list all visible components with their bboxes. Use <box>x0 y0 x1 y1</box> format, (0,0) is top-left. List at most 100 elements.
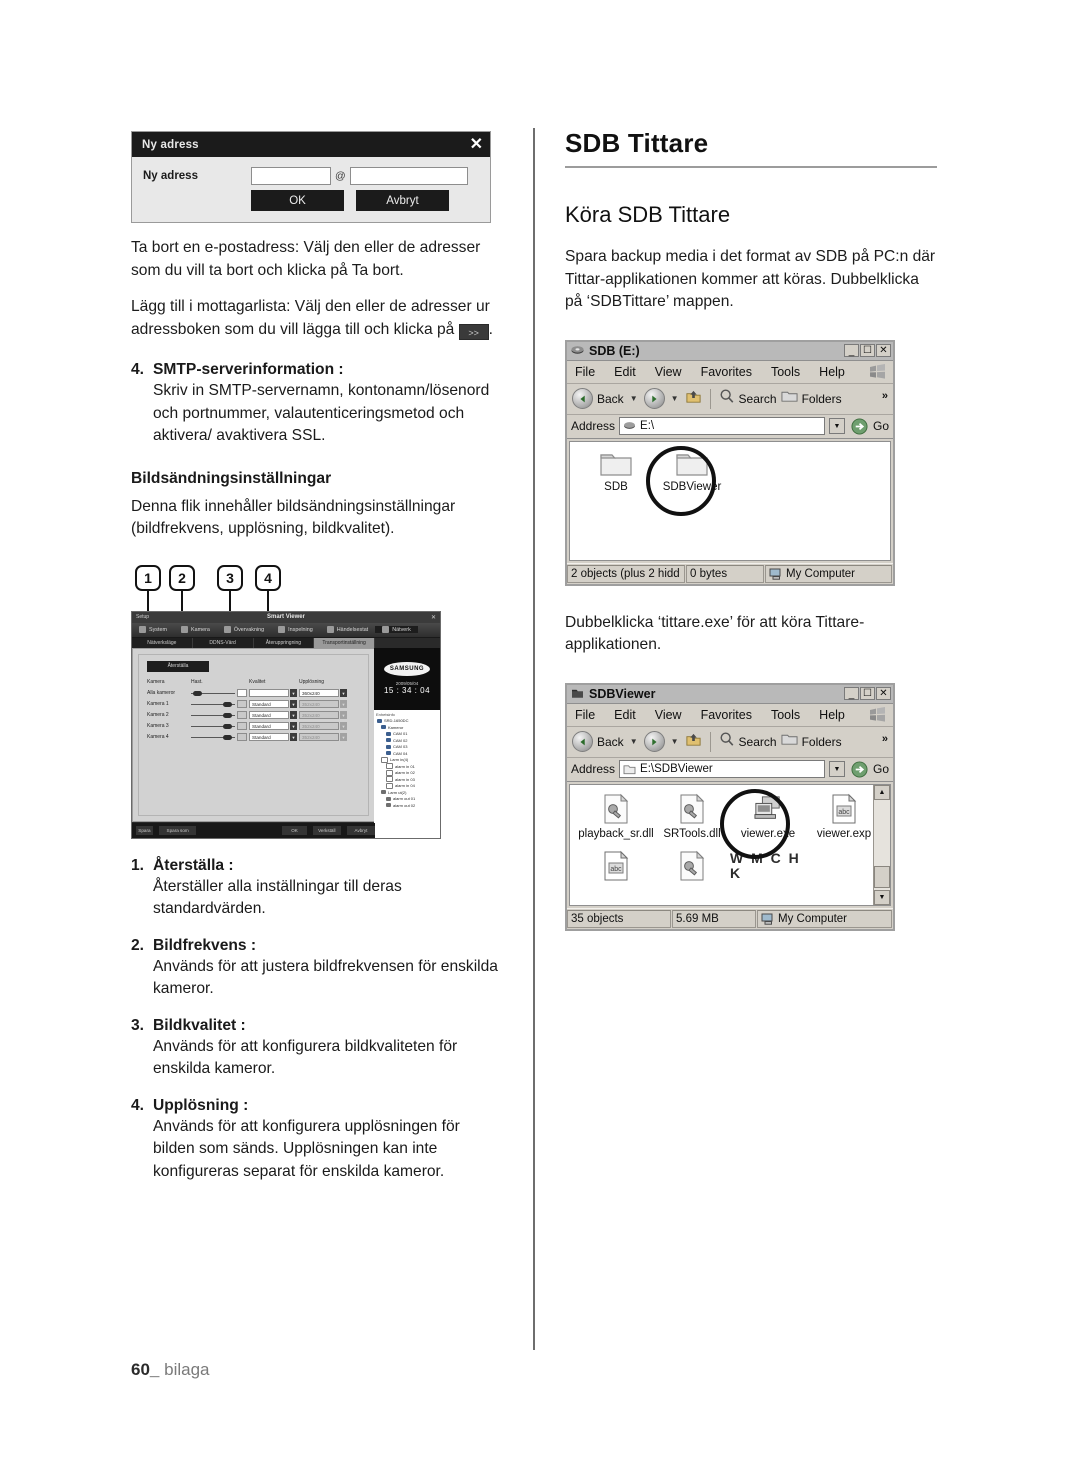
file-item-sdb[interactable]: SDB <box>578 450 654 493</box>
framerate-value[interactable] <box>237 722 247 730</box>
go-label[interactable]: Go <box>873 419 889 433</box>
tree-item[interactable]: alarm out 02 <box>377 802 437 809</box>
menu-edit[interactable]: Edit <box>614 365 636 379</box>
vertical-scrollbar[interactable]: ▲ ▼ <box>873 784 890 905</box>
chevron-down-icon[interactable]: ▼ <box>290 722 297 730</box>
framerate-slider[interactable] <box>191 701 235 708</box>
file-item-sdbviewer[interactable]: SDBViewer <box>654 450 730 493</box>
forward-arrow-icon[interactable] <box>643 388 665 409</box>
search-icon[interactable] <box>719 731 735 752</box>
framerate-slider[interactable] <box>191 712 235 719</box>
email-local-input[interactable] <box>251 167 331 185</box>
search-label[interactable]: Search <box>739 735 777 749</box>
ok-button[interactable]: OK <box>251 190 344 211</box>
framerate-value[interactable] <box>237 700 247 708</box>
scroll-up-button[interactable]: ▲ <box>874 784 890 800</box>
folders-label[interactable]: Folders <box>802 735 842 749</box>
menu-help[interactable]: Help <box>819 708 845 722</box>
quality-select[interactable] <box>249 689 289 697</box>
menu-tools[interactable]: Tools <box>771 365 800 379</box>
menu-file[interactable]: File <box>575 708 595 722</box>
file-item-srtools-dll[interactable]: SRTools.dll <box>654 793 730 840</box>
chevron-down-icon[interactable]: ▼ <box>290 689 297 697</box>
chevron-down-icon[interactable]: ▼ <box>340 722 347 730</box>
email-domain-input[interactable] <box>349 167 468 185</box>
quality-select[interactable]: Standard <box>249 700 289 708</box>
chevron-down-icon[interactable]: ▼ <box>290 733 297 741</box>
cancel-button[interactable]: Avbryt <box>356 190 449 211</box>
address-dropdown-icon[interactable]: ▼ <box>828 761 845 777</box>
quality-select[interactable]: Standard <box>249 711 289 719</box>
save-as-button[interactable]: Spara som <box>158 825 197 835</box>
resolution-select[interactable]: 352x240 <box>299 722 339 730</box>
resolution-select[interactable]: 352x240 <box>299 700 339 708</box>
chevron-down-icon[interactable]: ▼ <box>290 711 297 719</box>
maximize-button[interactable]: ☐ <box>860 687 875 700</box>
menu-view[interactable]: View <box>655 708 682 722</box>
reset-button[interactable]: Återställa <box>147 660 209 672</box>
close-icon[interactable]: ✕ <box>470 136 483 153</box>
back-label[interactable]: Back <box>597 392 624 406</box>
menu-help[interactable]: Help <box>819 365 845 379</box>
close-button[interactable]: ✕ <box>876 344 891 357</box>
framerate-value[interactable] <box>237 689 247 697</box>
smart-viewer-menu-record[interactable]: Inspelning <box>271 626 320 633</box>
file-item-viewer-exp[interactable]: abc viewer.exp <box>806 793 882 840</box>
file-item-wmchk[interactable]: W M C H K <box>730 850 806 882</box>
quality-select[interactable]: Standard <box>249 722 289 730</box>
resolution-select[interactable]: 352x240 <box>299 733 339 741</box>
forward-dropdown-icon[interactable]: ▼ <box>671 737 679 746</box>
menu-favorites[interactable]: Favorites <box>701 365 752 379</box>
forward-dropdown-icon[interactable]: ▼ <box>671 394 679 403</box>
close-icon[interactable]: ✕ <box>431 614 436 621</box>
back-icon[interactable] <box>572 388 593 409</box>
up-folder-icon[interactable] <box>685 731 702 753</box>
framerate-value[interactable] <box>237 711 247 719</box>
go-label[interactable]: Go <box>873 762 889 776</box>
chevron-down-icon[interactable]: ▼ <box>340 711 347 719</box>
smart-viewer-menu-network[interactable]: Nätverk <box>375 626 418 633</box>
resolution-select[interactable]: 360x240 <box>299 689 339 697</box>
toolbar-overflow-icon[interactable]: » <box>882 733 888 745</box>
forward-button-glyph[interactable]: >> <box>458 323 489 340</box>
back-icon[interactable] <box>572 731 593 752</box>
search-label[interactable]: Search <box>739 392 777 406</box>
chevron-down-icon[interactable]: ▼ <box>340 689 347 697</box>
framerate-slider[interactable] <box>191 723 235 730</box>
scroll-thumb[interactable] <box>874 865 890 888</box>
chevron-down-icon[interactable]: ▼ <box>340 700 347 708</box>
chevron-down-icon[interactable]: ▼ <box>290 700 297 708</box>
ok-button[interactable]: OK <box>282 825 307 835</box>
minimize-button[interactable]: _ <box>844 344 859 357</box>
menu-tools[interactable]: Tools <box>771 708 800 722</box>
close-button[interactable]: ✕ <box>876 687 891 700</box>
go-icon[interactable] <box>850 417 869 435</box>
smart-viewer-menu-camera[interactable]: Kamera <box>174 626 217 633</box>
search-icon[interactable] <box>719 388 735 409</box>
menu-file[interactable]: File <box>575 365 595 379</box>
forward-arrow-icon[interactable] <box>643 731 665 752</box>
back-dropdown-icon[interactable]: ▼ <box>630 394 638 403</box>
save-button[interactable]: Spara <box>136 825 153 835</box>
back-dropdown-icon[interactable]: ▼ <box>630 737 638 746</box>
scroll-down-button[interactable]: ▼ <box>874 889 890 905</box>
framerate-slider[interactable] <box>191 734 235 741</box>
chevron-down-icon[interactable]: ▼ <box>340 733 347 741</box>
minimize-button[interactable]: _ <box>844 687 859 700</box>
file-item-row2-dll[interactable] <box>654 850 730 882</box>
go-icon[interactable] <box>850 760 869 778</box>
smart-viewer-menu-monitor[interactable]: Övervakning <box>217 626 271 633</box>
toolbar-overflow-icon[interactable]: » <box>882 390 888 402</box>
cancel-button[interactable]: Avbryt <box>346 825 375 835</box>
folders-icon[interactable] <box>781 389 798 408</box>
address-input[interactable]: E:\SDBViewer <box>619 760 825 778</box>
maximize-button[interactable]: ☐ <box>860 344 875 357</box>
framerate-value[interactable] <box>237 733 247 741</box>
framerate-slider[interactable] <box>191 690 235 697</box>
file-item-playback-sr-dll[interactable]: playback_sr.dll <box>578 793 654 840</box>
file-item-row2-doc[interactable]: abc <box>578 850 654 882</box>
quality-select[interactable]: Standard <box>249 733 289 741</box>
menu-edit[interactable]: Edit <box>614 708 636 722</box>
menu-favorites[interactable]: Favorites <box>701 708 752 722</box>
file-item-viewer-exe[interactable]: viewer.exe <box>730 793 806 840</box>
